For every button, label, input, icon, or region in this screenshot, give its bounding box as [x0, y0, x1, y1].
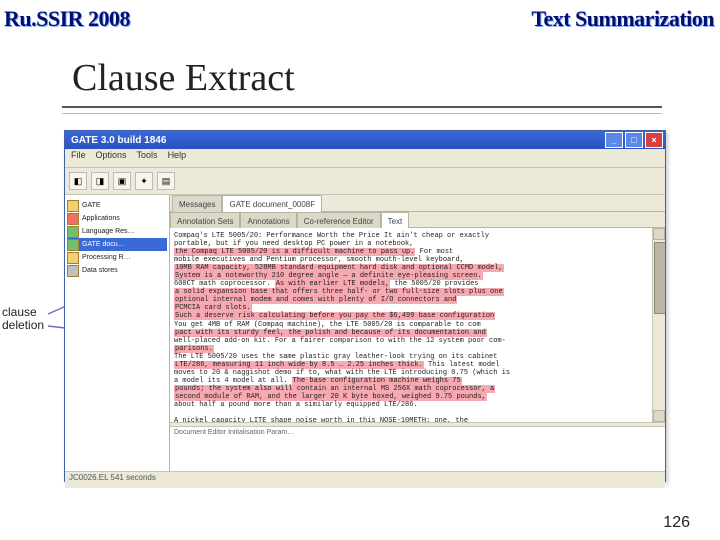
doc-line: You get 4MB of RAM (Compaq machine), the… — [174, 321, 659, 329]
doc-line: 10MB RAM capacity, 528MB standard equipm… — [174, 264, 659, 272]
menu-tools[interactable]: Tools — [137, 150, 158, 166]
ds-icon — [67, 265, 79, 277]
doc-line: A nickel capacity LITE shape noise worth… — [174, 417, 659, 422]
doc-line: second module of RAM, and the larger 20 … — [174, 393, 659, 401]
tree-item[interactable]: Applications — [67, 212, 167, 225]
minimize-button[interactable]: _ — [605, 132, 623, 148]
toolbar-icon[interactable]: ▤ — [157, 172, 175, 190]
doc-line: PCMCIA card slots. — [174, 304, 659, 312]
folder-icon — [67, 200, 79, 212]
doc-line: The LTE 5005/20 uses the same plastic gr… — [174, 353, 659, 361]
maximize-button[interactable]: □ — [625, 132, 643, 148]
toolbar: ◧ ◨ ▣ ✦ ▤ — [65, 168, 665, 195]
menu-options[interactable]: Options — [96, 150, 127, 166]
header-right: Text Summarization — [531, 6, 714, 32]
toolbar-icon[interactable]: ◧ — [69, 172, 87, 190]
scroll-down-icon[interactable] — [653, 410, 665, 422]
tab-messages[interactable]: Messages — [172, 195, 222, 212]
bottom-panel: Document Editor Initialisation Param… — [170, 426, 665, 471]
menu-help[interactable]: Help — [168, 150, 187, 166]
close-button[interactable]: × — [645, 132, 663, 148]
app-window: GATE 3.0 build 1846 _ □ × File Options T… — [64, 130, 666, 482]
lr-icon — [67, 226, 79, 238]
scroll-thumb[interactable] — [654, 242, 665, 314]
doc-icon — [67, 239, 79, 251]
window-title: GATE 3.0 build 1846 — [71, 135, 166, 146]
page-number: 126 — [663, 514, 690, 532]
doc-line: Such a deserve risk calculating before y… — [174, 312, 659, 320]
doc-line: System is a noteworthy 210 degree angle … — [174, 272, 659, 280]
doc-line: about half a pound more than a similarly… — [174, 401, 659, 409]
tab-text[interactable]: Text — [381, 212, 410, 229]
top-tabs[interactable]: Messages GATE document_0008F — [170, 195, 665, 212]
tab-ann[interactable]: Annotations — [240, 212, 296, 229]
toolbar-icon[interactable]: ✦ — [135, 172, 153, 190]
doc-line: a model its 4 model at all. The base con… — [174, 377, 659, 385]
doc-line: moves to 20 & naggishot demo if to, what… — [174, 369, 659, 377]
tab-ann-sets[interactable]: Annotation Sets — [170, 212, 240, 229]
menu-file[interactable]: File — [71, 150, 86, 166]
toolbar-icon[interactable]: ▣ — [113, 172, 131, 190]
doc-line: pact with its sturdy feel, the polish an… — [174, 329, 659, 337]
slide-title: Clause Extract — [72, 56, 295, 100]
toolbar-icon[interactable]: ◨ — [91, 172, 109, 190]
tab-coref[interactable]: Co-reference Editor — [297, 212, 381, 229]
doc-line: the Compaq LTE 5005/20 is a difficult ma… — [174, 248, 659, 256]
title-underline — [62, 106, 662, 114]
window-titlebar[interactable]: GATE 3.0 build 1846 _ □ × — [65, 131, 665, 149]
annotation-clause-deletion: clause deletion — [2, 306, 44, 332]
document-text[interactable]: Compaq's LTE 5005/20: Performance Worth … — [170, 228, 665, 422]
tree-item-selected[interactable]: GATE docu… — [67, 238, 167, 251]
scroll-up-icon[interactable] — [653, 228, 665, 240]
doc-line: Compaq's LTE 5005/20: Performance Worth … — [174, 232, 659, 240]
tree-item[interactable]: Data stores — [67, 264, 167, 277]
doc-line: mobile executives and Pentium processor,… — [174, 256, 659, 264]
resource-tree[interactable]: GATE Applications Language Res… GATE doc… — [65, 195, 170, 471]
doc-line: parisons. — [174, 345, 659, 353]
statusbar: JC0026.EL 541 seconds — [65, 471, 665, 488]
doc-line: 600CT math coprocessor. As with earlier … — [174, 280, 659, 288]
tree-item[interactable]: Processing R… — [67, 251, 167, 264]
doc-line: optional internal modem and comes with p… — [174, 296, 659, 304]
header-left: Ru.SSIR 2008 — [4, 6, 130, 32]
doc-line: pounds; the system also will contain an … — [174, 385, 659, 393]
tab-document[interactable]: GATE document_0008F — [222, 195, 322, 212]
vertical-scrollbar[interactable] — [652, 228, 665, 422]
app-icon — [67, 213, 79, 225]
doc-line: LTE/286, measuring 11 inch wide by 8.5 …… — [174, 361, 659, 369]
doc-line — [174, 409, 659, 417]
pr-icon — [67, 252, 79, 264]
doc-line: a solid expansion base that offers three… — [174, 288, 659, 296]
tree-item[interactable]: Language Res… — [67, 225, 167, 238]
tree-root[interactable]: GATE — [67, 199, 167, 212]
menubar[interactable]: File Options Tools Help — [65, 149, 665, 168]
doc-line: portable, but if you need desktop PC pow… — [174, 240, 659, 248]
doc-line: well-placed add-on kit. For a fairer com… — [174, 337, 659, 345]
sub-tabs[interactable]: Annotation Sets Annotations Co-reference… — [170, 212, 665, 228]
